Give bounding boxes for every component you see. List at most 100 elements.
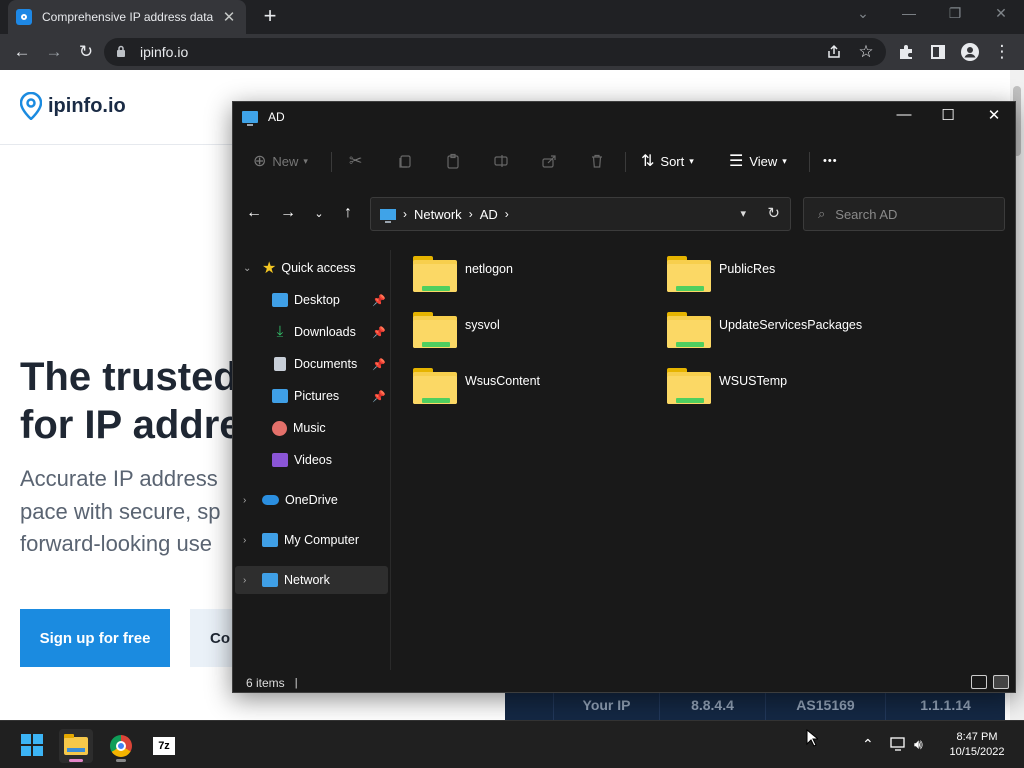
reload-button[interactable]: ↻ bbox=[74, 40, 98, 64]
ip-bar-ip-2[interactable]: 1.1.1.14 bbox=[885, 690, 1005, 720]
browser-close-button[interactable]: ✕ bbox=[990, 5, 1012, 22]
chrome-menu-icon[interactable]: ⋮ bbox=[990, 40, 1014, 64]
sidebar-item-label: Videos bbox=[294, 453, 332, 467]
sort-button[interactable]: ⇅ Sort ▾ bbox=[641, 149, 694, 173]
back-button[interactable]: ← bbox=[10, 40, 34, 64]
sidebar-item-onedrive[interactable]: › OneDrive bbox=[235, 486, 388, 514]
folder-item[interactable]: WSUSTemp bbox=[667, 368, 907, 420]
volume-icon[interactable]: 🔊︎ bbox=[914, 736, 923, 753]
up-arrow-icon[interactable]: ↑ bbox=[337, 204, 359, 224]
tab-search-icon[interactable]: ⌄ bbox=[852, 5, 874, 22]
paste-icon[interactable] bbox=[445, 149, 461, 173]
search-icon: ⌕ bbox=[818, 206, 826, 221]
search-box[interactable]: ⌕ bbox=[803, 197, 1005, 231]
music-icon bbox=[272, 420, 287, 436]
window-title: AD bbox=[268, 110, 285, 124]
star-icon: ★ bbox=[262, 260, 277, 277]
browser-restore-button[interactable]: ❐ bbox=[944, 5, 966, 22]
sign-up-button[interactable]: Sign up for free bbox=[20, 609, 170, 667]
new-button[interactable]: ⊕ New ▾ bbox=[253, 149, 308, 173]
sidebar-item-label: Music bbox=[293, 421, 326, 435]
folder-item[interactable]: sysvol bbox=[413, 312, 653, 364]
sidebar-item-videos[interactable]: Videos bbox=[235, 446, 388, 474]
folder-name: WSUSTemp bbox=[719, 374, 788, 388]
chevron-right-icon[interactable]: › bbox=[243, 575, 246, 586]
large-icons-view-icon[interactable] bbox=[993, 675, 1009, 689]
computer-icon bbox=[262, 533, 278, 547]
copy-icon[interactable] bbox=[397, 149, 413, 173]
more-options-button[interactable]: ••• bbox=[823, 149, 838, 173]
breadcrumb-separator[interactable]: › bbox=[403, 207, 407, 221]
system-clock[interactable]: 8:47 PM 10/15/2022 bbox=[942, 730, 1012, 760]
sidebar-item-my-computer[interactable]: › My Computer bbox=[235, 526, 388, 554]
sidebar-item-label: OneDrive bbox=[285, 493, 338, 507]
share-icon[interactable] bbox=[822, 40, 846, 64]
sidebar-item-quick-access[interactable]: ⌄ ★ Quick access bbox=[235, 254, 388, 282]
minimize-button[interactable]: — bbox=[889, 106, 919, 123]
taskbar-7zip[interactable]: 7z bbox=[147, 729, 181, 763]
address-bar[interactable]: ipinfo.io bbox=[104, 38, 886, 66]
taskbar-file-explorer[interactable] bbox=[59, 729, 93, 763]
profile-icon[interactable] bbox=[958, 40, 982, 64]
sidebar-item-network[interactable]: › Network bbox=[235, 566, 388, 594]
star-icon[interactable]: ☆ bbox=[854, 40, 878, 64]
breadcrumb-separator[interactable]: › bbox=[505, 207, 509, 221]
command-bar: ⊕ New ▾ ✂ ⇅ Sort ▾ ☰ View ▾ ••• bbox=[233, 140, 1015, 182]
browser-tab[interactable]: Comprehensive IP address data, I ✕ bbox=[8, 0, 246, 34]
close-button[interactable]: ✕ bbox=[979, 106, 1009, 124]
side-panel-icon[interactable] bbox=[926, 40, 950, 64]
ip-bar-ip[interactable]: 8.8.4.4 bbox=[659, 690, 765, 720]
details-view-icon[interactable] bbox=[971, 675, 987, 689]
forward-arrow-icon[interactable]: → bbox=[277, 204, 299, 224]
new-tab-button[interactable]: + bbox=[258, 4, 282, 28]
cut-icon[interactable]: ✂ bbox=[349, 149, 368, 173]
windows-start-icon[interactable] bbox=[21, 734, 43, 756]
browser-minimize-button[interactable]: — bbox=[898, 5, 920, 21]
taskbar-chrome[interactable] bbox=[104, 729, 138, 763]
sidebar-item-music[interactable]: Music bbox=[235, 414, 388, 442]
breadcrumb-ad[interactable]: AD bbox=[480, 207, 498, 222]
chevron-right-icon[interactable]: › bbox=[243, 535, 246, 546]
lock-icon[interactable] bbox=[116, 45, 132, 60]
folder-item[interactable]: netlogon bbox=[413, 256, 653, 308]
network-status-icon[interactable] bbox=[890, 736, 908, 755]
refresh-icon[interactable]: ↻ bbox=[767, 204, 780, 222]
new-label: New bbox=[272, 153, 299, 169]
chevron-right-icon[interactable]: › bbox=[243, 495, 246, 506]
sidebar-item-pictures[interactable]: Pictures 📌 bbox=[235, 382, 388, 410]
extensions-icon[interactable] bbox=[894, 40, 918, 64]
breadcrumb-separator[interactable]: › bbox=[469, 207, 473, 221]
recent-locations-icon[interactable]: ⌄ bbox=[308, 207, 330, 227]
chevron-down-icon[interactable]: ⌄ bbox=[243, 263, 251, 274]
sidebar-item-label: Quick access bbox=[281, 261, 356, 275]
search-input[interactable] bbox=[835, 206, 986, 222]
forward-button[interactable]: → bbox=[42, 40, 66, 64]
sidebar-item-desktop[interactable]: Desktop 📌 bbox=[235, 286, 388, 314]
delete-icon[interactable] bbox=[589, 149, 605, 173]
address-breadcrumb[interactable]: › Network › AD › ▾ ↻ bbox=[370, 197, 791, 231]
back-arrow-icon[interactable]: ← bbox=[243, 204, 265, 224]
folder-name: UpdateServicesPackages bbox=[719, 318, 863, 332]
address-history-dropdown-icon[interactable]: ▾ bbox=[740, 207, 746, 220]
show-hidden-icons-icon[interactable]: ⌃ bbox=[862, 736, 874, 753]
ip-bar-label: Your IP bbox=[553, 690, 659, 720]
sidebar-item-downloads[interactable]: ⤓ Downloads 📌 bbox=[235, 318, 388, 346]
folder-item[interactable]: PublicRes bbox=[667, 256, 907, 308]
sidebar-item-documents[interactable]: Documents 📌 bbox=[235, 350, 388, 378]
share-icon[interactable] bbox=[541, 149, 557, 173]
pin-icon: 📌 bbox=[372, 390, 386, 403]
rename-icon[interactable] bbox=[493, 149, 509, 173]
breadcrumb-network[interactable]: Network bbox=[414, 207, 462, 222]
cloud-icon bbox=[262, 495, 279, 505]
folder-item[interactable]: WsusContent bbox=[413, 368, 653, 420]
ipinfo-logo[interactable]: ipinfo.io bbox=[19, 91, 126, 121]
maximize-button[interactable]: ☐ bbox=[933, 106, 963, 124]
plus-circle-icon: ⊕ bbox=[253, 153, 267, 170]
view-button[interactable]: ☰ View ▾ bbox=[729, 149, 787, 173]
folder-item[interactable]: UpdateServicesPackages bbox=[667, 312, 907, 364]
hero-subtext-line-1: Accurate IP address bbox=[20, 466, 218, 491]
explorer-title-bar[interactable]: AD — ☐ ✕ bbox=[233, 102, 1015, 132]
ip-bar-asn[interactable]: AS15169 bbox=[765, 690, 885, 720]
view-list-icon: ☰ bbox=[729, 153, 744, 170]
tab-close-icon[interactable]: ✕ bbox=[220, 8, 238, 26]
